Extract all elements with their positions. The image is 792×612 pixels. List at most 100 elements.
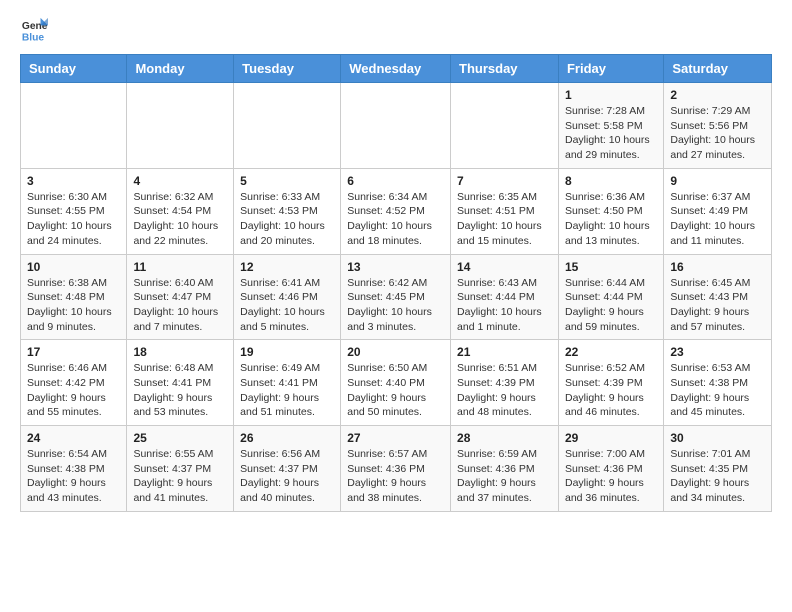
calendar-cell: 2 Sunrise: 7:29 AM Sunset: 5:56 PM Daylig… <box>664 83 772 169</box>
calendar-cell: 24 Sunrise: 6:54 AM Sunset: 4:38 PM Dayli… <box>21 426 127 512</box>
calendar-cell: 14 Sunrise: 6:43 AM Sunset: 4:44 PM Dayli… <box>451 254 559 340</box>
calendar-cell: 22 Sunrise: 6:52 AM Sunset: 4:39 PM Dayli… <box>558 340 663 426</box>
day-info: Sunrise: 6:41 AM Sunset: 4:46 PM Dayligh… <box>240 276 334 335</box>
day-number: 12 <box>240 260 334 274</box>
day-number: 28 <box>457 431 552 445</box>
day-info: Sunrise: 7:29 AM Sunset: 5:56 PM Dayligh… <box>670 104 765 163</box>
calendar-cell: 20 Sunrise: 6:50 AM Sunset: 4:40 PM Dayli… <box>341 340 451 426</box>
calendar-cell: 30Sunrise: 7:01 AM Sunset: 4:35 PM Dayli… <box>664 426 772 512</box>
calendar-cell: 18Sunrise: 6:48 AM Sunset: 4:41 PM Dayli… <box>127 340 234 426</box>
day-info: Sunrise: 6:43 AM Sunset: 4:44 PM Dayligh… <box>457 276 552 335</box>
day-info: Sunrise: 6:34 AM Sunset: 4:52 PM Dayligh… <box>347 190 444 249</box>
calendar-header-tuesday: Tuesday <box>234 55 341 83</box>
day-info: Sunrise: 6:56 AM Sunset: 4:37 PM Dayligh… <box>240 447 334 506</box>
calendar-cell: 10 Sunrise: 6:38 AM Sunset: 4:48 PM Dayli… <box>21 254 127 340</box>
day-number: 3 <box>27 174 120 188</box>
day-number: 26 <box>240 431 334 445</box>
day-number: 17 <box>27 345 120 359</box>
day-number: 20 <box>347 345 444 359</box>
calendar-cell <box>21 83 127 169</box>
day-number: 10 <box>27 260 120 274</box>
calendar-cell: 28 Sunrise: 6:59 AM Sunset: 4:36 PM Dayli… <box>451 426 559 512</box>
calendar-week-1: 1 Sunrise: 7:28 AM Sunset: 5:58 PM Daylig… <box>21 83 772 169</box>
day-number: 7 <box>457 174 552 188</box>
calendar-cell: 16Sunrise: 6:45 AM Sunset: 4:43 PM Dayli… <box>664 254 772 340</box>
day-info: Sunrise: 6:40 AM Sunset: 4:47 PM Dayligh… <box>133 276 227 335</box>
calendar-cell: 12 Sunrise: 6:41 AM Sunset: 4:46 PM Dayli… <box>234 254 341 340</box>
calendar-cell: 21Sunrise: 6:51 AM Sunset: 4:39 PM Dayli… <box>451 340 559 426</box>
day-info: Sunrise: 6:44 AM Sunset: 4:44 PM Dayligh… <box>565 276 657 335</box>
calendar-cell: 7 Sunrise: 6:35 AM Sunset: 4:51 PM Daylig… <box>451 168 559 254</box>
page-header: General Blue <box>20 16 772 44</box>
day-number: 23 <box>670 345 765 359</box>
day-info: Sunrise: 6:49 AM Sunset: 4:41 PM Dayligh… <box>240 361 334 420</box>
day-info: Sunrise: 6:53 AM Sunset: 4:38 PM Dayligh… <box>670 361 765 420</box>
calendar-cell: 8Sunrise: 6:36 AM Sunset: 4:50 PM Daylig… <box>558 168 663 254</box>
calendar-week-2: 3 Sunrise: 6:30 AM Sunset: 4:55 PM Daylig… <box>21 168 772 254</box>
day-info: Sunrise: 7:28 AM Sunset: 5:58 PM Dayligh… <box>565 104 657 163</box>
day-number: 14 <box>457 260 552 274</box>
day-info: Sunrise: 7:01 AM Sunset: 4:35 PM Dayligh… <box>670 447 765 506</box>
day-number: 27 <box>347 431 444 445</box>
day-info: Sunrise: 6:36 AM Sunset: 4:50 PM Dayligh… <box>565 190 657 249</box>
calendar-cell: 6 Sunrise: 6:34 AM Sunset: 4:52 PM Daylig… <box>341 168 451 254</box>
calendar-week-3: 10 Sunrise: 6:38 AM Sunset: 4:48 PM Dayli… <box>21 254 772 340</box>
day-info: Sunrise: 6:32 AM Sunset: 4:54 PM Dayligh… <box>133 190 227 249</box>
calendar-cell: 4Sunrise: 6:32 AM Sunset: 4:54 PM Daylig… <box>127 168 234 254</box>
calendar-cell <box>127 83 234 169</box>
day-info: Sunrise: 6:51 AM Sunset: 4:39 PM Dayligh… <box>457 361 552 420</box>
calendar-week-5: 24 Sunrise: 6:54 AM Sunset: 4:38 PM Dayli… <box>21 426 772 512</box>
day-number: 2 <box>670 88 765 102</box>
calendar-cell: 11 Sunrise: 6:40 AM Sunset: 4:47 PM Dayli… <box>127 254 234 340</box>
day-info: Sunrise: 6:42 AM Sunset: 4:45 PM Dayligh… <box>347 276 444 335</box>
calendar-week-4: 17 Sunrise: 6:46 AM Sunset: 4:42 PM Dayli… <box>21 340 772 426</box>
calendar-cell <box>234 83 341 169</box>
day-info: Sunrise: 6:55 AM Sunset: 4:37 PM Dayligh… <box>133 447 227 506</box>
calendar-cell <box>451 83 559 169</box>
calendar-header-row: SundayMondayTuesdayWednesdayThursdayFrid… <box>21 55 772 83</box>
day-info: Sunrise: 6:37 AM Sunset: 4:49 PM Dayligh… <box>670 190 765 249</box>
calendar-cell: 1 Sunrise: 7:28 AM Sunset: 5:58 PM Daylig… <box>558 83 663 169</box>
calendar-header-friday: Friday <box>558 55 663 83</box>
day-number: 29 <box>565 431 657 445</box>
calendar-header-sunday: Sunday <box>21 55 127 83</box>
day-number: 6 <box>347 174 444 188</box>
day-number: 1 <box>565 88 657 102</box>
day-number: 15 <box>565 260 657 274</box>
day-number: 22 <box>565 345 657 359</box>
calendar-cell: 27 Sunrise: 6:57 AM Sunset: 4:36 PM Dayli… <box>341 426 451 512</box>
day-number: 19 <box>240 345 334 359</box>
calendar-cell: 26 Sunrise: 6:56 AM Sunset: 4:37 PM Dayli… <box>234 426 341 512</box>
calendar-cell: 9 Sunrise: 6:37 AM Sunset: 4:49 PM Daylig… <box>664 168 772 254</box>
calendar-cell: 17 Sunrise: 6:46 AM Sunset: 4:42 PM Dayli… <box>21 340 127 426</box>
logo: General Blue <box>20 16 48 44</box>
day-number: 11 <box>133 260 227 274</box>
day-number: 9 <box>670 174 765 188</box>
calendar-cell: 5Sunrise: 6:33 AM Sunset: 4:53 PM Daylig… <box>234 168 341 254</box>
day-info: Sunrise: 6:52 AM Sunset: 4:39 PM Dayligh… <box>565 361 657 420</box>
day-number: 25 <box>133 431 227 445</box>
day-number: 24 <box>27 431 120 445</box>
calendar-cell: 29 Sunrise: 7:00 AM Sunset: 4:36 PM Dayli… <box>558 426 663 512</box>
day-number: 16 <box>670 260 765 274</box>
calendar-cell: 19 Sunrise: 6:49 AM Sunset: 4:41 PM Dayli… <box>234 340 341 426</box>
day-info: Sunrise: 6:38 AM Sunset: 4:48 PM Dayligh… <box>27 276 120 335</box>
calendar-header-saturday: Saturday <box>664 55 772 83</box>
calendar-header-monday: Monday <box>127 55 234 83</box>
calendar-cell: 13 Sunrise: 6:42 AM Sunset: 4:45 PM Dayli… <box>341 254 451 340</box>
day-info: Sunrise: 6:46 AM Sunset: 4:42 PM Dayligh… <box>27 361 120 420</box>
day-info: Sunrise: 6:54 AM Sunset: 4:38 PM Dayligh… <box>27 447 120 506</box>
day-info: Sunrise: 6:50 AM Sunset: 4:40 PM Dayligh… <box>347 361 444 420</box>
calendar-cell: 3 Sunrise: 6:30 AM Sunset: 4:55 PM Daylig… <box>21 168 127 254</box>
day-info: Sunrise: 6:57 AM Sunset: 4:36 PM Dayligh… <box>347 447 444 506</box>
day-info: Sunrise: 6:30 AM Sunset: 4:55 PM Dayligh… <box>27 190 120 249</box>
logo-icon: General Blue <box>20 16 48 44</box>
day-info: Sunrise: 6:35 AM Sunset: 4:51 PM Dayligh… <box>457 190 552 249</box>
day-number: 18 <box>133 345 227 359</box>
day-info: Sunrise: 6:59 AM Sunset: 4:36 PM Dayligh… <box>457 447 552 506</box>
day-info: Sunrise: 7:00 AM Sunset: 4:36 PM Dayligh… <box>565 447 657 506</box>
calendar-header-wednesday: Wednesday <box>341 55 451 83</box>
calendar-cell: 25 Sunrise: 6:55 AM Sunset: 4:37 PM Dayli… <box>127 426 234 512</box>
calendar-cell <box>341 83 451 169</box>
day-number: 13 <box>347 260 444 274</box>
